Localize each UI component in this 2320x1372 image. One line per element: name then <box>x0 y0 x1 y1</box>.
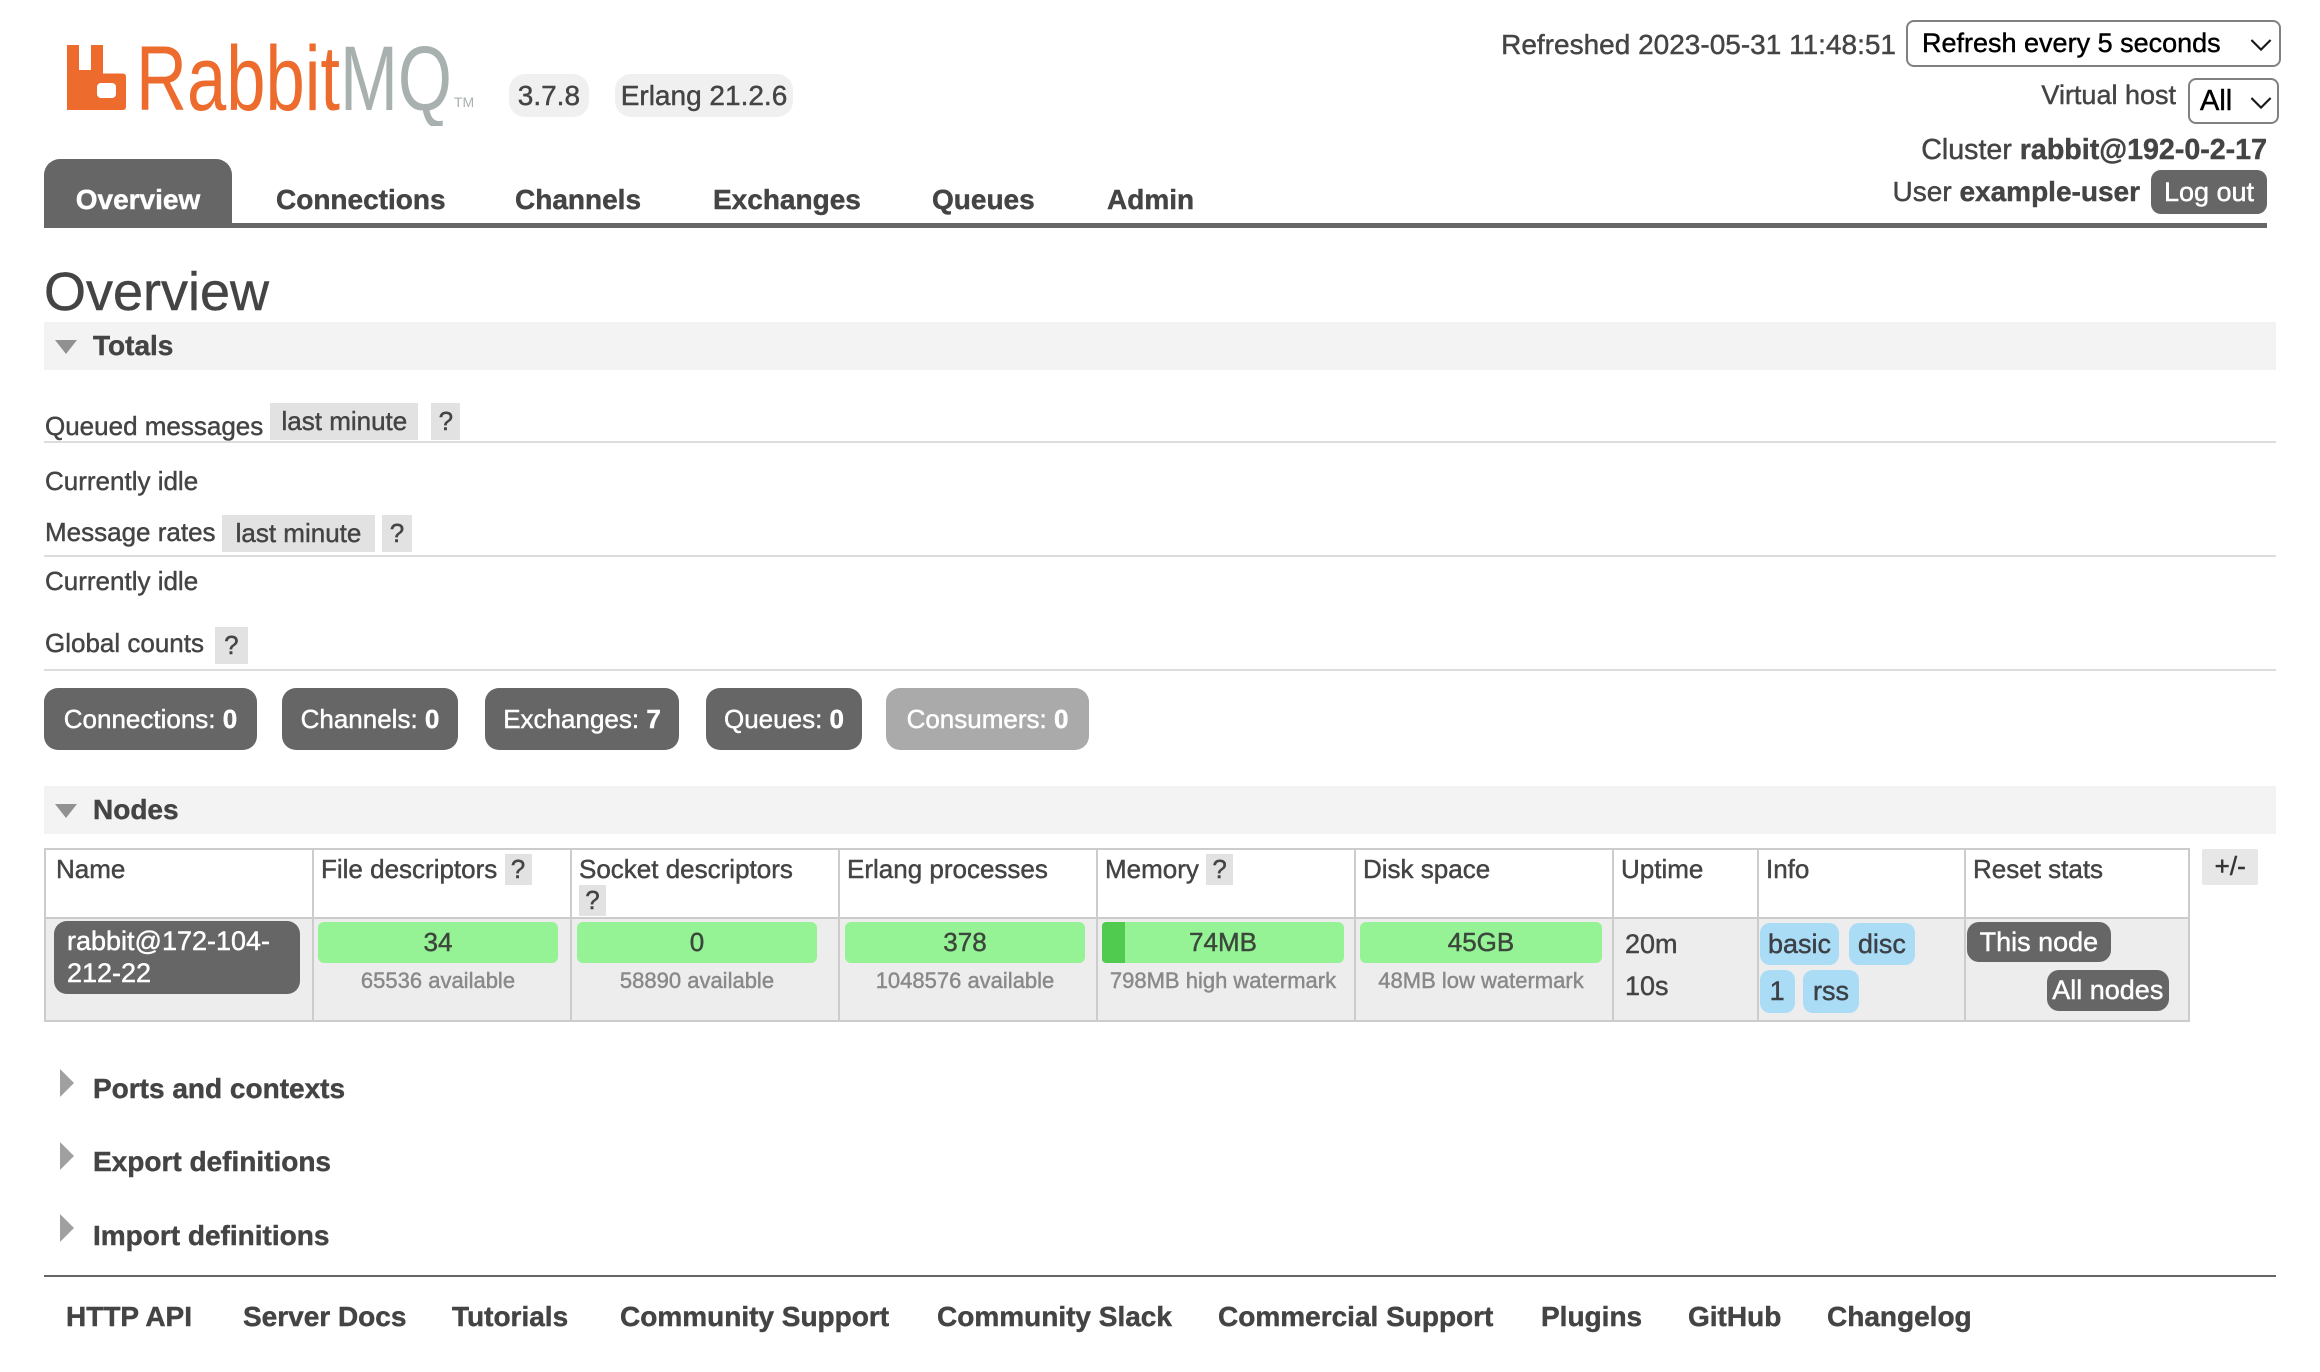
svg-text:MQ: MQ <box>340 42 452 126</box>
svg-text:Rabbit: Rabbit <box>136 42 340 126</box>
svg-text:TM: TM <box>454 94 474 110</box>
